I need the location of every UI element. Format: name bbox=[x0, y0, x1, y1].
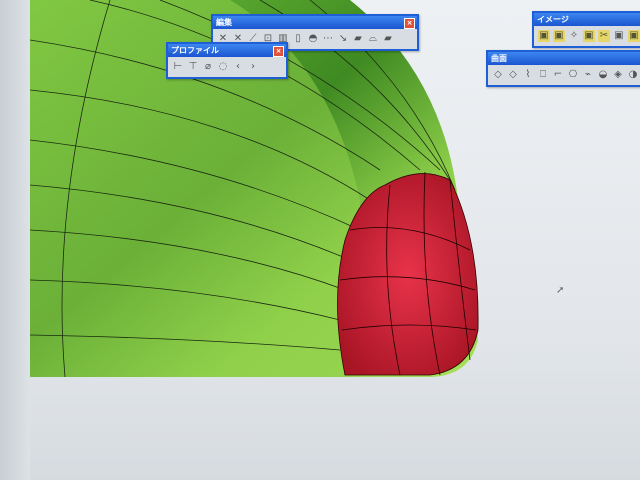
toolbar-tool-icon[interactable]: ⌀ bbox=[202, 61, 214, 73]
image-toolbar[interactable]: イメージ ▣ ▣ ✧ ▣ ✂ ▣ ▣ bbox=[532, 11, 640, 48]
toolbar-tool-icon[interactable]: ⎕ bbox=[537, 69, 549, 81]
surface-toolbar-title[interactable]: 曲面 bbox=[488, 52, 640, 65]
toolbar-tool-icon[interactable]: ⊢ bbox=[172, 61, 184, 73]
toolbar-tool-icon[interactable]: ⌓ bbox=[367, 33, 379, 45]
edit-toolbar-title[interactable]: 編集 × bbox=[213, 16, 417, 29]
toolbar-tool-icon[interactable]: ◑ bbox=[627, 69, 639, 81]
toolbar-tool-icon[interactable]: ▣ bbox=[628, 30, 640, 42]
close-icon[interactable]: × bbox=[404, 18, 415, 29]
toolbar-tool-icon[interactable]: ◇ bbox=[507, 69, 519, 81]
toolbar-tool-icon[interactable]: ◇ bbox=[492, 69, 504, 81]
toolbar-tool-icon[interactable]: ⊤ bbox=[187, 61, 199, 73]
toolbar-tool-icon[interactable]: ◈ bbox=[612, 69, 624, 81]
toolbar-tool-icon[interactable]: ◓ bbox=[307, 33, 319, 45]
toolbar-tool-icon[interactable]: ‹ bbox=[232, 61, 244, 73]
toolbar-tool-icon[interactable]: ▰ bbox=[382, 33, 394, 45]
toolbar-tool-icon[interactable]: › bbox=[247, 61, 259, 73]
toolbar-tool-icon[interactable]: ▣ bbox=[613, 30, 625, 42]
toolbar-tool-icon[interactable]: ▣ bbox=[583, 30, 595, 42]
close-icon[interactable]: × bbox=[273, 46, 284, 57]
toolbar-tool-icon[interactable]: ◌ bbox=[217, 61, 229, 73]
mouse-cursor-icon: ➚ bbox=[556, 285, 565, 296]
toolbar-tool-icon[interactable]: ⌁ bbox=[582, 69, 594, 81]
toolbar-tool-icon[interactable]: ◒ bbox=[597, 69, 609, 81]
toolbar-tool-icon[interactable]: ⌐ bbox=[552, 69, 564, 81]
toolbar-tool-icon[interactable]: ⋯ bbox=[322, 33, 334, 45]
surface-toolbar[interactable]: 曲面 ◇ ◇ ⌇ ⎕ ⌐ ⎔ ⌁ ◒ ◈ ◑ bbox=[486, 50, 640, 87]
monitor-bezel bbox=[0, 0, 30, 480]
toolbar-tool-icon[interactable]: ✂ bbox=[598, 30, 610, 42]
toolbar-tool-icon[interactable]: ▯ bbox=[292, 33, 304, 45]
toolbar-tool-icon[interactable]: ⌇ bbox=[522, 69, 534, 81]
toolbar-tool-icon[interactable]: ▰ bbox=[352, 33, 364, 45]
toolbar-tool-icon[interactable]: ✧ bbox=[568, 30, 580, 42]
profile-toolbar-title[interactable]: プロファイル × bbox=[168, 44, 286, 57]
profile-toolbar[interactable]: プロファイル × ⊢ ⊤ ⌀ ◌ ‹ › bbox=[166, 42, 288, 79]
image-toolbar-title[interactable]: イメージ bbox=[534, 13, 640, 26]
toolbar-tool-icon[interactable]: ↘ bbox=[337, 33, 349, 45]
toolbar-tool-icon[interactable]: ▣ bbox=[553, 30, 565, 42]
toolbar-tool-icon[interactable]: ▣ bbox=[538, 30, 550, 42]
toolbar-tool-icon[interactable]: ⎔ bbox=[567, 69, 579, 81]
